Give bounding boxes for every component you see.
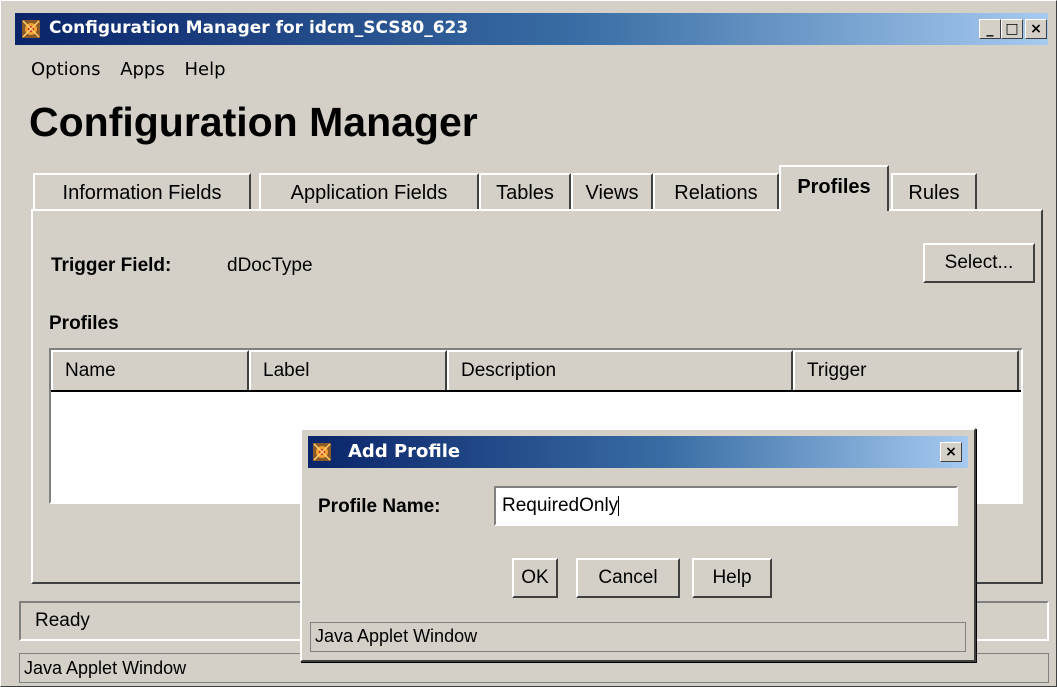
column-label[interactable]: Label (249, 350, 447, 390)
menu-bar: Options Apps Help (31, 59, 240, 80)
text-caret (618, 495, 620, 516)
ok-button[interactable]: OK (512, 558, 558, 598)
add-profile-dialog: Add Profile × Profile Name: RequiredOnly… (300, 428, 976, 662)
tab-rules[interactable]: Rules (891, 173, 977, 211)
menu-help[interactable]: Help (184, 59, 225, 80)
select-button[interactable]: Select... (923, 243, 1035, 283)
dialog-title: Add Profile (348, 441, 461, 462)
status-text: Ready (35, 610, 90, 631)
applet-window-text: Java Applet Window (24, 658, 187, 678)
maximize-button[interactable]: □ (1001, 19, 1023, 39)
profile-name-value: RequiredOnly (502, 495, 619, 516)
profile-name-input[interactable]: RequiredOnly (494, 486, 958, 526)
dialog-title-bar[interactable]: Add Profile × (308, 436, 968, 468)
dialog-applet-text: Java Applet Window (315, 626, 478, 646)
tab-views[interactable]: Views (571, 173, 653, 211)
trigger-field-label: Trigger Field: (51, 255, 172, 276)
close-button[interactable]: × (1025, 19, 1047, 39)
profile-name-label: Profile Name: (318, 496, 441, 517)
profiles-section-label: Profiles (49, 313, 119, 334)
dialog-applet-banner: Java Applet Window (310, 622, 966, 652)
table-header: Name Label Description Trigger (51, 350, 1021, 392)
column-description[interactable]: Description (447, 350, 793, 390)
app-icon (22, 20, 40, 38)
column-name[interactable]: Name (51, 350, 249, 390)
page-title: Configuration Manager (29, 99, 478, 145)
cancel-button[interactable]: Cancel (576, 558, 680, 598)
tab-relations[interactable]: Relations (653, 173, 779, 211)
help-button[interactable]: Help (692, 558, 772, 598)
trigger-field-value: dDocType (227, 255, 313, 276)
minimize-button[interactable]: _ (979, 19, 1001, 39)
column-trigger[interactable]: Trigger (793, 350, 1019, 390)
tab-information-fields[interactable]: Information Fields (33, 173, 251, 211)
tab-profiles[interactable]: Profiles (779, 165, 889, 211)
dialog-close-button[interactable]: × (940, 442, 962, 462)
tab-tables[interactable]: Tables (479, 173, 571, 211)
tab-application-fields[interactable]: Application Fields (259, 173, 479, 211)
title-bar[interactable]: Configuration Manager for idcm_SCS80_623… (15, 13, 1048, 45)
dialog-app-icon (313, 443, 331, 461)
menu-apps[interactable]: Apps (120, 59, 165, 80)
menu-options[interactable]: Options (31, 59, 100, 80)
window-title: Configuration Manager for idcm_SCS80_623 (49, 18, 469, 38)
